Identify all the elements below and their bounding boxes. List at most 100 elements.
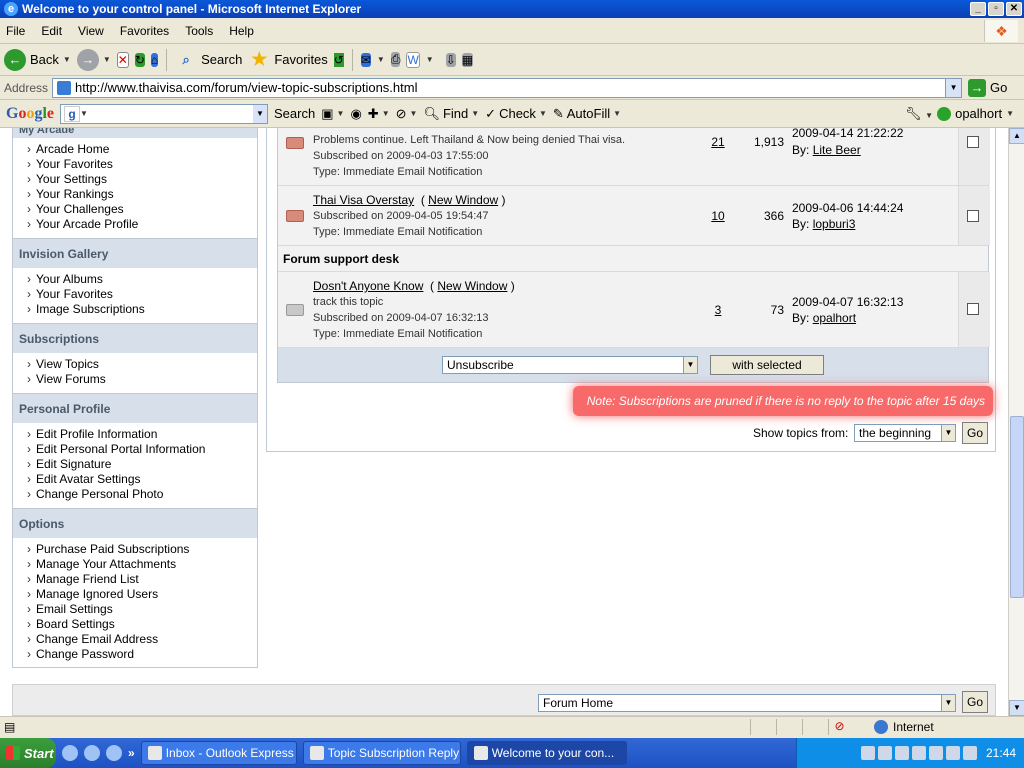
sidebar-item-gallery-favorites[interactable]: Your Favorites [27,287,257,302]
bulk-action-select[interactable]: Unsubscribe ▼ [442,356,698,374]
topic-title-link[interactable]: Thai Visa Overstay [313,193,414,207]
wrench-icon[interactable]: 🔧︎ ▼ [905,106,933,122]
sidebar-item-friend-list[interactable]: Manage Friend List [27,572,257,587]
topic-replies-link[interactable]: 3 [708,303,728,317]
google-logo[interactable]: Google [6,105,54,123]
edit-dropdown-icon[interactable]: ▼ [426,55,434,64]
topic-replies-link[interactable]: 10 [708,209,728,223]
bulk-action-dropdown-icon[interactable]: ▼ [683,357,697,373]
favorites-button[interactable]: ★ Favorites [248,49,328,71]
start-button[interactable]: Start [0,738,56,768]
menu-file[interactable]: File [6,24,25,38]
autofill-button[interactable]: ✎ AutoFill ▼ [553,106,621,122]
menu-help[interactable]: Help [229,24,254,38]
topic-last-poster-link[interactable]: Lite Beer [813,143,861,157]
sidebar-item-arcade-home[interactable]: Arcade Home [27,142,257,157]
tray-monitor-icon[interactable] [962,746,977,760]
mail-icon[interactable]: ✉ [360,52,371,67]
sidebar-item-image-subscriptions[interactable]: Image Subscriptions [27,302,257,317]
forward-dropdown-icon[interactable]: ▼ [103,55,111,64]
history-icon[interactable]: ↺ [333,52,344,67]
sidebar-item-change-password[interactable]: Change Password [27,647,257,662]
sidebar-item-paid-subscriptions[interactable]: Purchase Paid Subscriptions [27,542,257,557]
globe-icon[interactable]: ◉ [350,106,361,122]
show-topics-select[interactable]: the beginning ▼ [854,424,956,442]
topic-select-checkbox[interactable] [967,210,979,222]
stop-icon[interactable]: ✕ [116,51,129,68]
google-search-dropdown-icon[interactable]: ▼ [253,104,268,123]
print-icon[interactable]: ⎙ [390,52,401,67]
tray-app-icon[interactable] [877,746,892,760]
sidebar-item-attachments[interactable]: Manage Your Attachments [27,557,257,572]
mail-dropdown-icon[interactable]: ▼ [377,55,385,64]
close-button[interactable]: ✕ [1006,2,1022,16]
new-window-link[interactable]: New Window [428,193,498,207]
with-selected-button[interactable]: with selected [710,355,824,375]
tray-update-icon[interactable] [945,746,960,760]
new-window-link[interactable]: New Window [437,279,507,293]
edit-word-icon[interactable]: W [406,51,420,68]
forum-jump-select[interactable]: Forum Home ▼ [538,694,956,712]
back-button[interactable]: ← Back ▼ [4,48,71,71]
topic-select-checkbox[interactable] [967,136,979,148]
task-outlook[interactable]: Inbox - Outlook Express [140,741,297,765]
topic-replies-link[interactable]: 21 [708,135,728,149]
google-search-button[interactable]: Search [274,106,315,121]
forum-jump-dropdown-icon[interactable]: ▼ [941,695,955,711]
sidebar-item-challenges[interactable]: Your Challenges [27,202,257,217]
topic-select-checkbox[interactable] [967,303,979,315]
sidebar-item-board-settings[interactable]: Board Settings [27,617,257,632]
task-topic-reply[interactable]: Topic Subscription Reply ... [302,741,461,765]
tray-volume-icon[interactable] [928,746,943,760]
plus-icon[interactable]: ✚ ▼ [368,106,390,122]
sidebar-item-arcade-favorites[interactable]: Your Favorites [27,157,257,172]
find-button[interactable]: 🔍︎ Find ▼ [423,106,479,122]
sidebar-item-edit-profile[interactable]: Edit Profile Information [27,427,257,442]
scroll-thumb[interactable] [1010,416,1024,598]
address-go-button[interactable]: → Go [968,78,1007,97]
scroll-down-icon[interactable]: ▼ [1009,700,1024,716]
menu-edit[interactable]: Edit [41,24,62,38]
pagerank-icon[interactable]: ▣ ▼ [321,106,344,122]
restore-button[interactable]: ▫ [988,2,1004,16]
google-user[interactable]: opalhort [955,106,1002,121]
language-icon[interactable] [860,746,875,760]
google-search-input[interactable]: g ▼ ▼ [60,103,269,124]
show-topics-go-button[interactable]: Go [962,422,988,444]
home-icon[interactable]: ⌂ [150,52,159,67]
topic-last-poster-link[interactable]: lopburi3 [813,217,856,231]
sidebar-item-edit-avatar[interactable]: Edit Avatar Settings [27,472,257,487]
download-icon[interactable]: ⇩ [445,52,456,67]
forum-jump-go-button[interactable]: Go [962,691,988,713]
sidebar-item-arcade-profile[interactable]: Your Arcade Profile [27,217,257,232]
sidebar-item-edit-portal[interactable]: Edit Personal Portal Information [27,442,257,457]
forward-button[interactable]: → ▼ [76,48,111,71]
sidebar-item-rankings[interactable]: Your Rankings [27,187,257,202]
quicklaunch-more-icon[interactable]: » [128,746,135,760]
google-g-dropdown-icon[interactable]: ▼ [80,109,88,118]
sidebar-item-view-forums[interactable]: View Forums [27,372,257,387]
refresh-icon[interactable]: ↻ [134,52,145,67]
address-url[interactable]: http://www.thaivisa.com/forum/view-topic… [75,80,945,95]
menu-tools[interactable]: Tools [185,24,213,38]
minimize-button[interactable]: _ [970,2,986,16]
show-topics-dropdown-icon[interactable]: ▼ [941,425,955,441]
media-icon[interactable]: ▦ [461,52,474,67]
outlook-quicklaunch-icon[interactable] [84,745,100,761]
sidebar-item-edit-signature[interactable]: Edit Signature [27,457,257,472]
task-control-panel[interactable]: Welcome to your con... [466,741,627,765]
scroll-up-icon[interactable]: ▲ [1009,128,1024,144]
back-dropdown-icon[interactable]: ▼ [63,55,71,64]
topic-last-poster-link[interactable]: opalhort [813,311,856,325]
menu-favorites[interactable]: Favorites [120,24,169,38]
sidebar-item-ignored-users[interactable]: Manage Ignored Users [27,587,257,602]
vertical-scrollbar[interactable]: ▲ ▼ [1008,128,1024,716]
tray-shield-icon[interactable] [894,746,909,760]
chrome-quicklaunch-icon[interactable] [106,745,122,761]
user-dropdown-icon[interactable]: ▼ [1006,109,1014,118]
topic-title-link[interactable]: Dosn't Anyone Know [313,279,423,293]
search-button[interactable]: ⌕ Search [175,49,242,71]
check-button[interactable]: ✓ Check ▼ [485,106,547,122]
ie-quicklaunch-icon[interactable] [62,745,78,761]
sidebar-item-change-email[interactable]: Change Email Address [27,632,257,647]
